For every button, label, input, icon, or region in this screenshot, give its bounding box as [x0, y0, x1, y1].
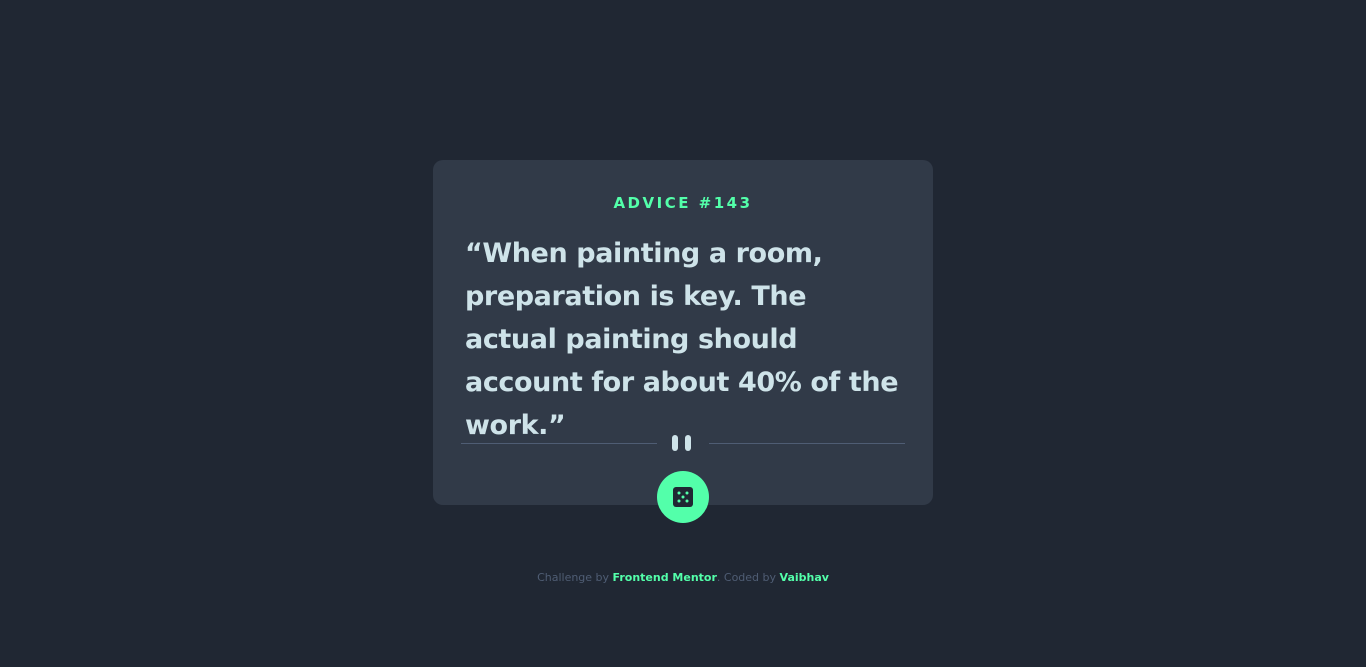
- dice-icon: [673, 487, 693, 507]
- new-advice-button[interactable]: [657, 471, 709, 523]
- author-link[interactable]: Vaibhav: [780, 571, 829, 584]
- divider-line-left: [461, 443, 657, 444]
- attribution-middle: . Coded by: [716, 571, 780, 584]
- attribution: Challenge by Frontend Mentor. Coded by V…: [0, 571, 1366, 584]
- frontend-mentor-link[interactable]: Frontend Mentor: [613, 571, 717, 584]
- attribution-prefix: Challenge by: [537, 571, 613, 584]
- pause-icon: [672, 435, 694, 451]
- divider-line-right: [709, 443, 905, 444]
- advice-card: ADVICE #143 “When painting a room, prepa…: [433, 160, 933, 505]
- advice-quote: “When painting a room, preparation is ke…: [465, 238, 899, 441]
- divider: [461, 433, 905, 453]
- advice-number: ADVICE #143: [613, 194, 753, 212]
- page: ADVICE #143 “When painting a room, prepa…: [0, 0, 1366, 667]
